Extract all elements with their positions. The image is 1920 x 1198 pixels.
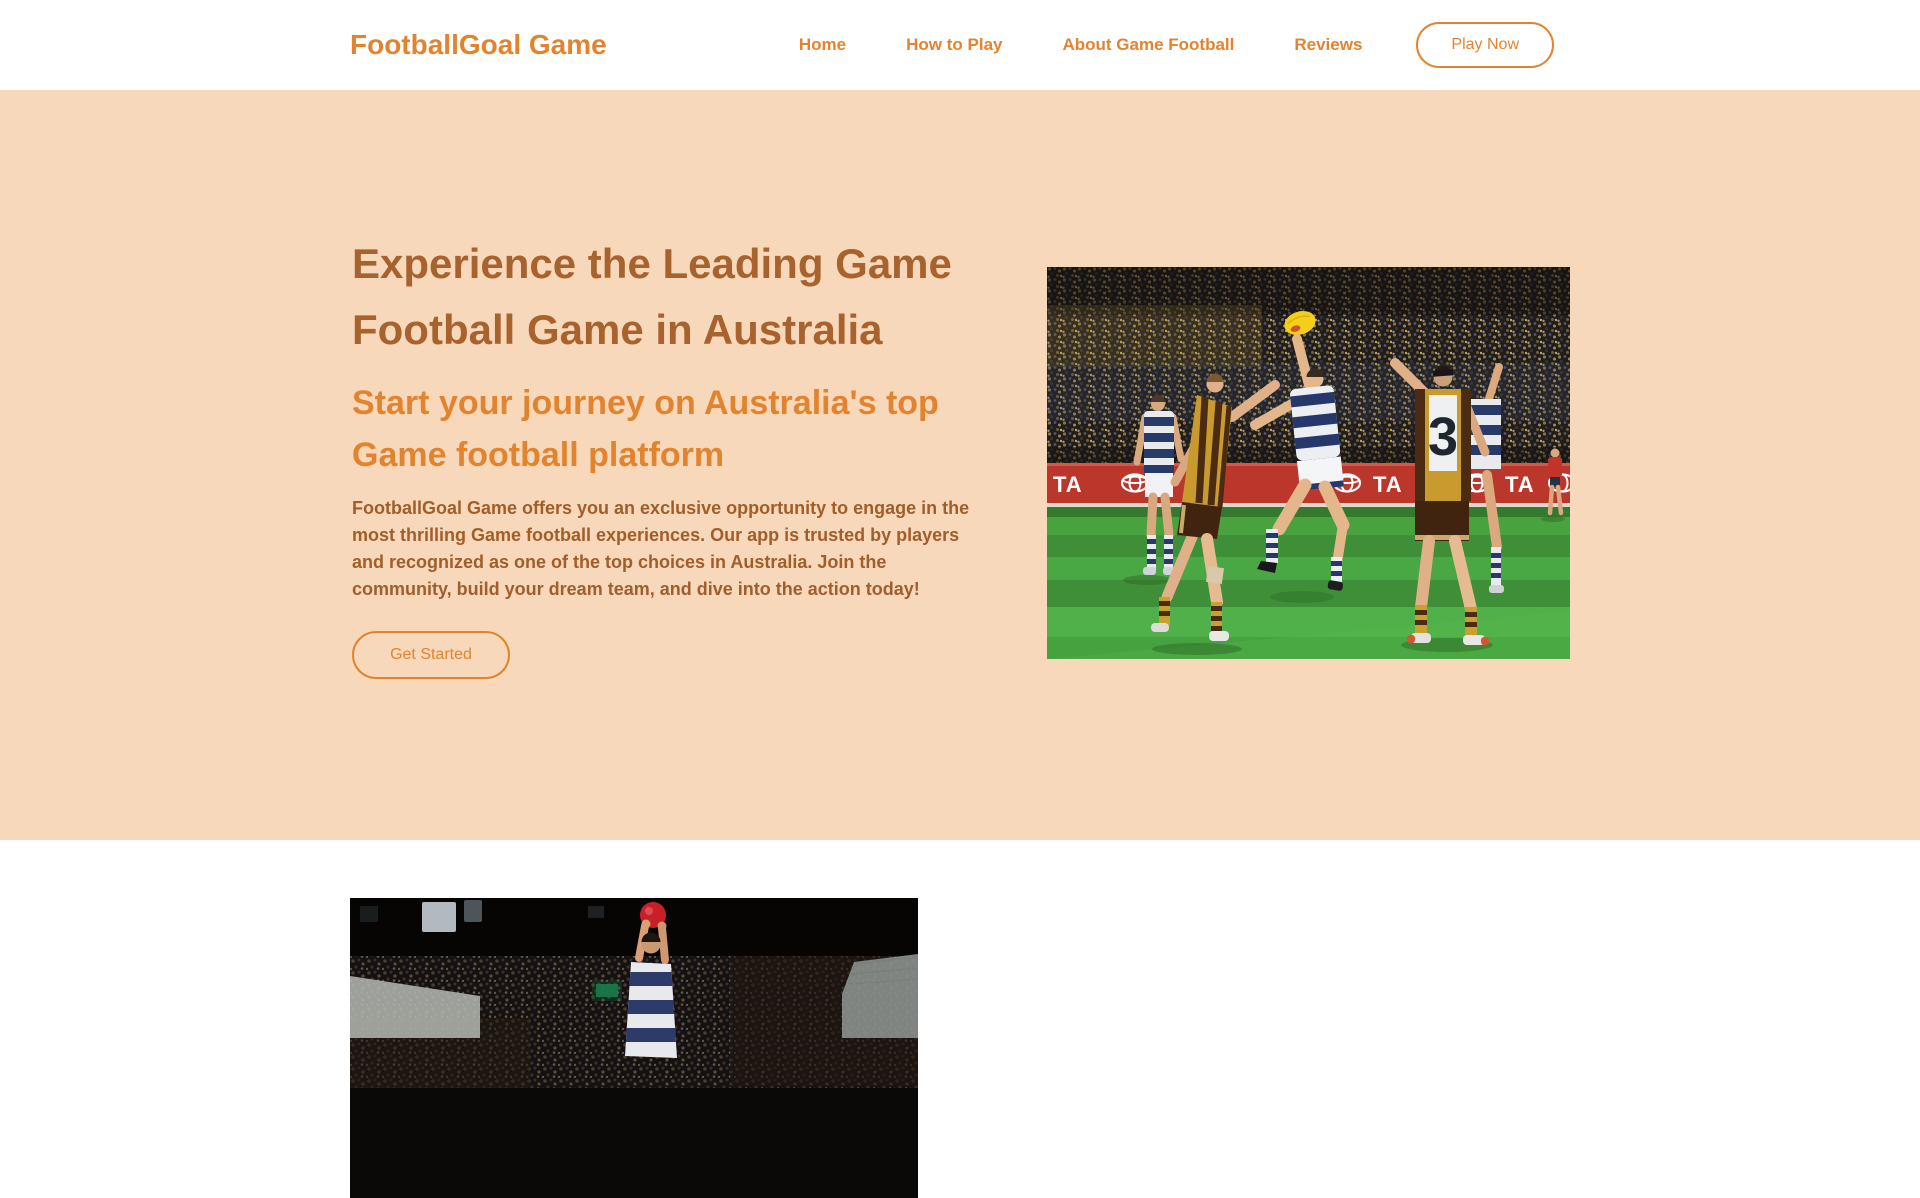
content-section [0,898,1920,1051]
site-header: FootballGoal Game Home How to Play About… [0,0,1920,90]
hero-image: TA TA [1047,267,1570,659]
nav-item-about-game-football[interactable]: About Game Football [1062,35,1234,55]
ad-board-text: TA [1505,472,1535,497]
nav-item-home[interactable]: Home [799,35,846,55]
hero-subtitle: Start your journey on Australia's topGam… [352,377,1012,481]
main-nav: Home How to Play About Game Football Rev… [799,35,1363,55]
play-now-button[interactable]: Play Now [1416,22,1554,68]
football-photo [350,898,918,1198]
hero-title-line-2: Football Game in Australia [352,297,1012,363]
nav-item-reviews[interactable]: Reviews [1294,35,1362,55]
hero-subtitle-line-2: Game football platform [352,429,1012,481]
afl-match-illustration: TA TA [1047,267,1570,659]
get-started-button[interactable]: Get Started [352,631,510,679]
afl-red-ball-illustration [350,898,918,1198]
hero-description: FootballGoal Game offers you an exclusiv… [352,495,1012,603]
stadium-roof [350,898,918,956]
hero-text-block: Experience the Leading GameFootball Game… [352,231,1012,679]
ad-board-text: TA [1373,472,1403,497]
nav-item-how-to-play[interactable]: How to Play [906,35,1002,55]
jersey-number: 3 [1428,407,1458,467]
hero-subtitle-line-1: Start your journey on Australia's top [352,377,1012,429]
hero-title-line-1: Experience the Leading Game [352,231,1012,297]
brand-logo[interactable]: FootballGoal Game [350,29,607,61]
hero-title: Experience the Leading GameFootball Game… [352,231,1012,363]
ad-board-text: TA [1053,472,1083,497]
hero-section: Experience the Leading GameFootball Game… [0,90,1920,840]
